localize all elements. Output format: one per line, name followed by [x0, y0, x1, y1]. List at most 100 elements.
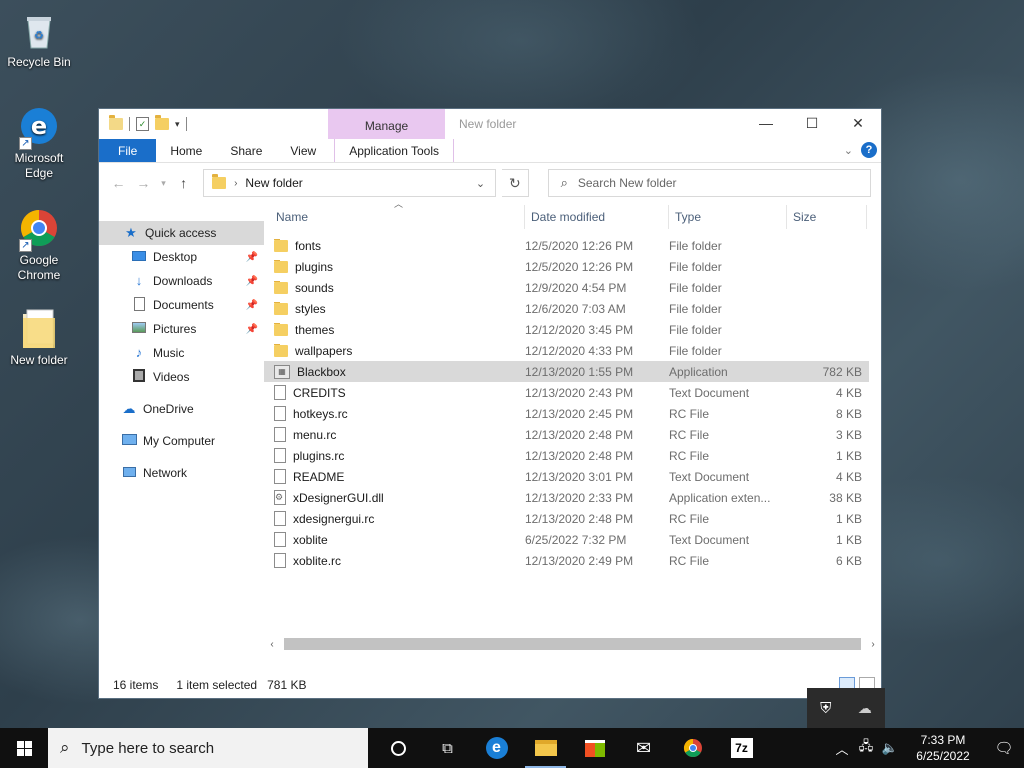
table-row[interactable]: sounds 12/9/2020 4:54 PM File folder [264, 277, 869, 298]
up-button[interactable]: ↑ [174, 175, 193, 191]
table-row[interactable]: fonts 12/5/2020 12:26 PM File folder [264, 235, 869, 256]
table-row[interactable]: plugins 12/5/2020 12:26 PM File folder [264, 256, 869, 277]
table-row[interactable]: ▦ Blackbox 12/13/2020 1:55 PM Application 78… [264, 361, 869, 382]
desktop-icon-new-folder[interactable]: New folder [0, 306, 78, 368]
refresh-button[interactable]: ↻ [502, 169, 529, 197]
cell-type: Application exten... [669, 490, 771, 505]
edge-icon[interactable]: e [472, 728, 521, 768]
desktop-icon-recycle-bin[interactable]: ♻ Recycle Bin [0, 8, 78, 70]
tab-manage[interactable]: Manage [328, 109, 445, 139]
new-folder-icon[interactable] [155, 115, 169, 130]
cell-name: styles [264, 301, 525, 316]
help-icon[interactable]: ? [861, 142, 877, 158]
table-row[interactable]: README 12/13/2020 3:01 PM Text Document 4 K… [264, 466, 869, 487]
store-icon[interactable] [570, 728, 619, 768]
properties-icon[interactable]: ✓ [136, 117, 149, 131]
cortana-icon[interactable] [374, 728, 423, 768]
column-header-size[interactable]: Size [787, 205, 867, 229]
minimize-button[interactable]: — [743, 109, 789, 139]
address-row: ← → ▾ ↑ › New folder ⌄ ↻ ⌕ Search New fo… [99, 163, 881, 203]
table-row[interactable]: plugins.rc 12/13/2020 2:48 PM RC File 1 KB [264, 445, 869, 466]
nav-label: Pictures [153, 322, 197, 336]
table-row[interactable]: xoblite 6/25/2022 7:32 PM Text Document 1 K… [264, 529, 869, 550]
cloud-icon: ☁ [122, 401, 136, 416]
table-row[interactable]: menu.rc 12/13/2020 2:48 PM RC File 3 KB [264, 424, 869, 445]
search-input[interactable]: ⌕ Search New folder [547, 169, 872, 197]
nav-documents[interactable]: Documents 📌 [99, 293, 264, 317]
start-button[interactable] [0, 728, 48, 768]
back-button[interactable]: ← [109, 175, 128, 191]
expand-ribbon-icon[interactable]: ⌄ [844, 144, 853, 157]
cell-name: xDesignerGUI.dll [264, 490, 525, 505]
horizontal-scrollbar[interactable]: ‹ › [264, 636, 881, 652]
table-row[interactable]: xoblite.rc 12/13/2020 2:49 PM RC File 6 KB [264, 550, 869, 571]
network-status-icon[interactable]: 🖧 [854, 737, 878, 759]
table-row[interactable]: wallpapers 12/12/2020 4:33 PM File folder [264, 340, 869, 361]
breadcrumb-separator-icon[interactable]: › [234, 178, 237, 189]
nav-videos[interactable]: Videos [99, 365, 264, 389]
folder-icon [212, 174, 227, 189]
file-explorer-icon[interactable] [521, 728, 570, 768]
column-header-date[interactable]: Date modified [525, 205, 669, 229]
pin-icon: 📌 [245, 251, 258, 263]
onedrive-offline-icon[interactable]: ☁ [858, 700, 872, 717]
column-header-type[interactable]: Type [669, 205, 787, 229]
action-center-icon[interactable]: 🗨 [984, 739, 1024, 757]
file-list: ︿ Name Date modified Type Size fonts 12/5… [264, 199, 881, 672]
svg-text:♻: ♻ [34, 30, 44, 42]
nav-quick-access[interactable]: ★ Quick access [99, 221, 264, 245]
mail-icon[interactable]: ✉ [619, 728, 668, 768]
recent-locations-icon[interactable]: ▾ [159, 178, 168, 189]
security-shield-icon[interactable]: ⛨ [820, 700, 831, 717]
desktop-icon-chrome[interactable]: ↗ Google Chrome [0, 206, 78, 283]
table-row[interactable]: xDesignerGUI.dll 12/13/2020 2:33 PM Applic… [264, 487, 869, 508]
recycle-bin-icon: ♻ [17, 8, 61, 52]
scroll-left-icon[interactable]: ‹ [264, 639, 280, 650]
tab-application-tools[interactable]: Application Tools [334, 139, 455, 162]
file-name: xoblite [293, 532, 328, 547]
chrome-icon: ↗ [17, 206, 61, 252]
selection-status: 1 item selected 781 KB [176, 678, 306, 692]
scrollbar-thumb[interactable] [284, 638, 861, 650]
explorer-window: ✓ ▾ Manage New folder — ☐ ✕ File Home Sh… [98, 108, 882, 699]
close-button[interactable]: ✕ [835, 109, 881, 139]
table-row[interactable]: themes 12/12/2020 3:45 PM File folder [264, 319, 869, 340]
nav-onedrive[interactable]: ☁ OneDrive [99, 397, 264, 421]
nav-label: OneDrive [143, 402, 194, 416]
nav-my-computer[interactable]: My Computer [99, 429, 264, 453]
address-bar[interactable]: › New folder ⌄ [203, 169, 497, 197]
volume-icon[interactable]: 🔈 [878, 740, 902, 756]
title-bar: ✓ ▾ Manage New folder — ☐ ✕ [99, 109, 881, 139]
table-row[interactable]: CREDITS 12/13/2020 2:43 PM Text Document 4 … [264, 382, 869, 403]
nav-downloads[interactable]: ↓ Downloads 📌 [99, 269, 264, 293]
table-row[interactable]: styles 12/6/2020 7:03 AM File folder [264, 298, 869, 319]
item-count: 16 items [113, 678, 159, 692]
cell-type: RC File [669, 448, 710, 463]
task-view-icon[interactable]: ⧉ [423, 728, 472, 768]
taskbar-search-box[interactable]: ⌕ Type here to search [48, 728, 368, 768]
dll-file-icon [274, 490, 286, 505]
cell-size: 4 KB [835, 385, 862, 400]
desktop-icon-edge[interactable]: e ↗ Microsoft Edge [0, 104, 78, 181]
maximize-button[interactable]: ☐ [789, 109, 835, 139]
show-hidden-icons-button[interactable]: ︿ [830, 739, 854, 758]
table-row[interactable]: hotkeys.rc 12/13/2020 2:45 PM RC File 8 KB [264, 403, 869, 424]
7zip-icon[interactable]: 7z [717, 728, 766, 768]
forward-button[interactable]: → [134, 175, 153, 191]
nav-network[interactable]: Network [99, 461, 264, 485]
tab-home[interactable]: Home [156, 139, 216, 162]
scroll-right-icon[interactable]: › [865, 639, 881, 650]
chrome-icon[interactable] [668, 728, 717, 768]
clock[interactable]: 7:33 PM 6/25/2022 [908, 732, 978, 764]
nav-music[interactable]: ♪ Music [99, 341, 264, 365]
cell-date: 12/13/2020 1:55 PM [525, 364, 634, 379]
qat-dropdown-icon[interactable]: ▾ [175, 119, 180, 130]
nav-pictures[interactable]: Pictures 📌 [99, 317, 264, 341]
tab-file[interactable]: File [99, 139, 157, 162]
tab-share[interactable]: Share [216, 139, 276, 162]
breadcrumb[interactable]: New folder [245, 176, 302, 190]
nav-desktop[interactable]: Desktop 📌 [99, 245, 264, 269]
tab-view[interactable]: View [276, 139, 330, 162]
table-row[interactable]: xdesignergui.rc 12/13/2020 2:48 PM RC File… [264, 508, 869, 529]
address-dropdown-icon[interactable]: ⌄ [476, 177, 485, 190]
